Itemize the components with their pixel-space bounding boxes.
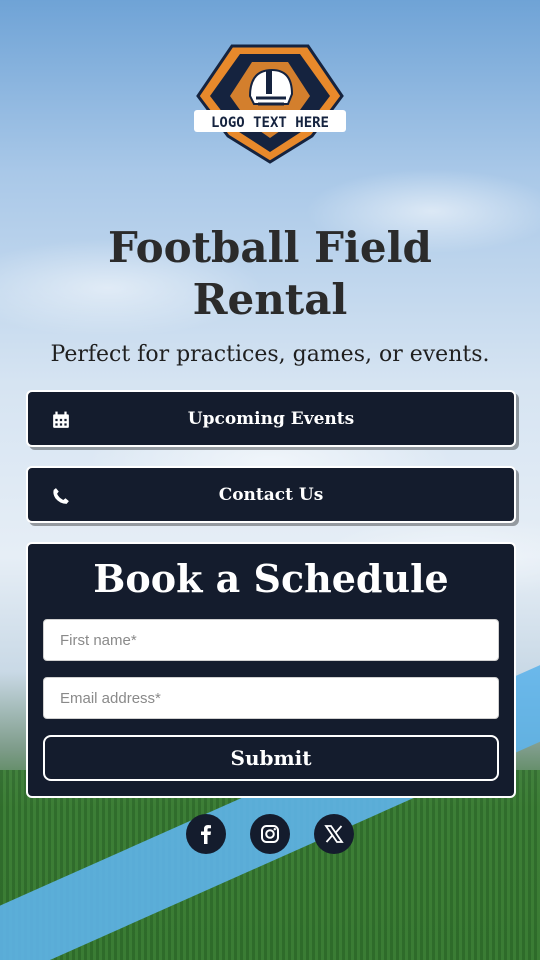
first-name-input[interactable] [43,619,499,661]
instagram-link[interactable] [250,814,290,854]
submit-button[interactable]: Submit [43,735,499,781]
contact-us-button[interactable]: Contact Us [26,466,516,523]
page-title: Football Field Rental [0,222,540,326]
email-input[interactable] [43,677,499,719]
facebook-icon [201,825,211,844]
booking-form: Book a Schedule Submit [26,542,516,798]
facebook-link[interactable] [186,814,226,854]
calendar-icon [53,411,69,428]
logo-text: LOGO TEXT HERE [211,115,329,131]
page-title-line2: Rental [192,275,348,324]
logo: LOGO TEXT HERE [194,44,346,164]
page-title-line1: Football Field [108,223,432,272]
football-helmet-icon [248,68,294,106]
x-link[interactable] [314,814,354,854]
x-icon [324,825,344,843]
upcoming-events-button[interactable]: Upcoming Events [26,390,516,447]
upcoming-events-label: Upcoming Events [187,408,355,429]
phone-icon [53,488,69,504]
page-subtitle: Perfect for practices, games, or events. [50,342,490,367]
form-title: Book a Schedule [93,556,449,601]
contact-us-label: Contact Us [218,484,324,505]
instagram-icon [261,825,279,843]
